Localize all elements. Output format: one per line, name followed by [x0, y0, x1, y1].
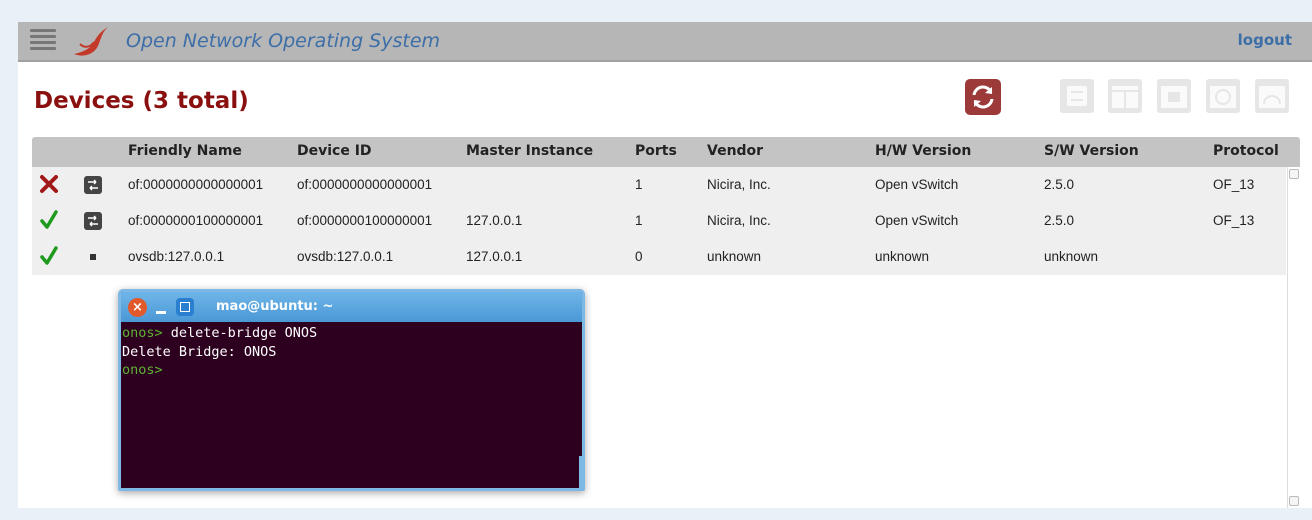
cell-protocol: OF_13	[1213, 177, 1255, 192]
x-icon	[40, 175, 58, 193]
cell-vendor: unknown	[707, 249, 762, 264]
header-hw-version[interactable]: H/W Version	[875, 143, 971, 159]
minimize-icon[interactable]	[156, 311, 166, 314]
cell-hw-version: unknown	[875, 249, 930, 264]
table-row[interactable]: of:0000000000000001 of:0000000000000001 …	[32, 167, 1286, 203]
cell-ports: 1	[635, 177, 643, 192]
cell-sw-version: 2.5.0	[1044, 213, 1075, 228]
table-icon	[1112, 86, 1138, 108]
cell-friendly-name: of:0000000100000001	[128, 213, 264, 228]
cell-hw-version: Open vSwitch	[875, 177, 959, 192]
terminal-title: mao@ubuntu: ~	[216, 299, 334, 314]
cell-device-id: of:0000000100000001	[297, 213, 433, 228]
table-scrollbar[interactable]	[1287, 167, 1300, 508]
switch-view-button[interactable]	[1060, 79, 1094, 113]
app-title: Open Network Operating System	[126, 30, 441, 52]
flow-view-button[interactable]	[1206, 79, 1240, 113]
cell-friendly-name: of:0000000000000001	[128, 177, 264, 192]
terminal-prompt: onos>	[122, 362, 171, 378]
table-row[interactable]: of:0000000100000001 of:0000000100000001 …	[32, 203, 1286, 239]
nav-menu-icon[interactable]	[30, 29, 56, 53]
scroll-down-arrow[interactable]	[1289, 496, 1299, 506]
switch-icon	[84, 176, 102, 194]
logout-link[interactable]: logout	[1238, 31, 1292, 49]
cell-vendor: Nicira, Inc.	[707, 213, 771, 228]
terminal-prompt: onos>	[122, 325, 171, 341]
port-icon	[1161, 86, 1187, 108]
page-title: Devices (3 total)	[34, 88, 249, 114]
terminal-window[interactable]: × mao@ubuntu: ~ onos> delete-bridge ONOS…	[118, 289, 585, 491]
table-header: Friendly Name Device ID Master Instance …	[32, 137, 1300, 167]
onos-bird-logo	[74, 27, 108, 56]
cell-vendor: Nicira, Inc.	[707, 177, 771, 192]
meter-view-button[interactable]	[1255, 79, 1289, 113]
cell-ports: 0	[635, 249, 643, 264]
cell-ports: 1	[635, 213, 643, 228]
meter-icon	[1259, 86, 1285, 108]
header-master-instance[interactable]: Master Instance	[466, 143, 593, 159]
port-view-button[interactable]	[1157, 79, 1191, 113]
header-ports[interactable]: Ports	[635, 143, 677, 159]
cell-sw-version: 2.5.0	[1044, 177, 1075, 192]
check-icon	[40, 210, 58, 229]
masthead: Open Network Operating System logout	[18, 22, 1312, 62]
header-vendor[interactable]: Vendor	[707, 143, 763, 159]
terminal-line: Delete Bridge: ONOS	[122, 343, 582, 362]
terminal-text: Delete Bridge: ONOS	[122, 343, 277, 360]
close-icon[interactable]: ×	[128, 298, 147, 317]
cell-friendly-name: ovsdb:127.0.0.1	[128, 249, 225, 264]
terminal-titlebar[interactable]: × mao@ubuntu: ~	[121, 292, 582, 322]
table-row[interactable]: ovsdb:127.0.0.1 ovsdb:127.0.0.1 127.0.0.…	[32, 239, 1286, 275]
refresh-button[interactable]	[965, 79, 1001, 115]
cell-device-id: ovsdb:127.0.0.1	[297, 249, 394, 264]
check-icon	[40, 246, 58, 265]
device-icon	[90, 254, 96, 260]
cell-protocol: OF_13	[1213, 213, 1255, 228]
cell-master-instance: 127.0.0.1	[466, 249, 523, 264]
terminal-text: delete-bridge ONOS	[170, 325, 318, 341]
terminal-output[interactable]: onos> delete-bridge ONOS Delete Bridge: O…	[122, 324, 582, 488]
scroll-up-arrow[interactable]	[1289, 169, 1299, 179]
refresh-icon	[972, 85, 994, 109]
terminal-scrollbar[interactable]	[579, 456, 582, 488]
header-protocol[interactable]: Protocol	[1213, 143, 1279, 159]
terminal-line: onos> delete-bridge ONOS	[122, 324, 582, 343]
flow-icon	[1210, 86, 1236, 108]
cell-master-instance: 127.0.0.1	[466, 213, 523, 228]
switch-icon	[84, 212, 102, 230]
switch-icon	[1067, 86, 1087, 106]
header-friendly-name[interactable]: Friendly Name	[128, 143, 242, 159]
terminal-line: onos>	[122, 361, 582, 380]
cell-sw-version: unknown	[1044, 249, 1099, 264]
cell-hw-version: Open vSwitch	[875, 213, 959, 228]
header-sw-version[interactable]: S/W Version	[1044, 143, 1139, 159]
header-device-id[interactable]: Device ID	[297, 143, 372, 159]
maximize-icon[interactable]	[176, 298, 194, 316]
cell-device-id: of:0000000000000001	[297, 177, 433, 192]
table-view-button[interactable]	[1108, 79, 1142, 113]
